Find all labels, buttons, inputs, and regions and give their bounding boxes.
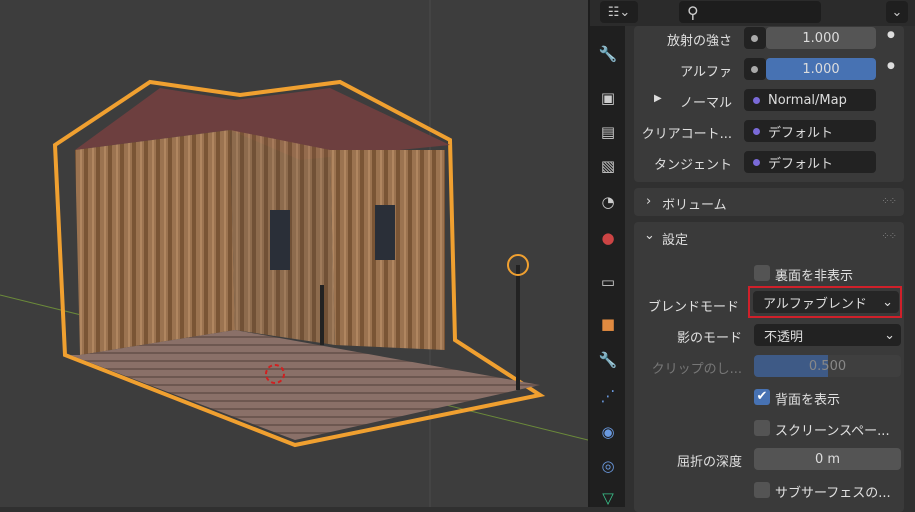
modifier-tab-icon[interactable]: 🔧 (596, 348, 620, 372)
world-tab-icon[interactable]: ● (596, 226, 620, 250)
render-tab-icon[interactable]: ▣ (596, 86, 620, 110)
particles-tab-icon[interactable]: ⋰ (596, 384, 620, 408)
settings-panel-title: 設定 (662, 233, 689, 248)
socket-icon (753, 158, 760, 166)
properties-editor: ☷⌄ ⚲ ⌄ 🔧 ▣ ▤ ▧ ◔ ● ▭ ■ 🔧 ⋰ ◉ ◎ ▽ 放射の強さ 1… (590, 0, 915, 512)
backface-culling-checkbox[interactable] (754, 265, 770, 281)
socket-icon (751, 34, 758, 42)
volume-panel-header[interactable]: › ボリューム ⁘⁘ (634, 188, 904, 216)
show-backface-checkbox[interactable]: ✔ (754, 389, 770, 405)
shadow-mode-value: 不透明 (764, 329, 804, 345)
blend-mode-dropdown[interactable]: アルファブレンド ⌄ (753, 291, 899, 313)
volume-panel-title: ボリューム (662, 198, 727, 213)
show-backface-label: 背面を表示 (775, 393, 841, 408)
subsurface-translucency-checkbox[interactable] (754, 482, 770, 498)
constraints-tab-icon[interactable]: ◎ (596, 454, 620, 478)
refraction-depth-field[interactable]: 0 m (754, 448, 901, 470)
clearcoat-normal-value: デフォルト (768, 125, 834, 141)
drag-handle-icon[interactable]: ⁘⁘ (881, 231, 897, 242)
keyframe-dot-icon[interactable]: ● (887, 61, 895, 71)
blend-mode-value: アルファブレンド (763, 296, 867, 312)
chevron-down-icon: ⌄ (884, 327, 895, 343)
shadow-mode-label: 影のモード (676, 331, 742, 346)
clearcoat-normal-input[interactable]: デフォルト (744, 120, 876, 142)
screen-space-refraction-checkbox[interactable] (754, 420, 770, 436)
options-dropdown[interactable]: ⌄ (886, 1, 908, 23)
refraction-depth-label: 屈折の深度 (676, 455, 742, 470)
socket-icon (753, 127, 760, 135)
alpha-field[interactable]: 1.000 (766, 58, 876, 80)
output-tab-icon[interactable]: ▤ (596, 120, 620, 144)
3d-viewport[interactable] (0, 0, 588, 507)
emission-strength-label: 放射の強さ (666, 34, 732, 49)
emission-strength-field[interactable]: 1.000 (766, 27, 876, 49)
chevron-down-icon: ⌄ (882, 294, 893, 310)
alpha-label: アルファ (680, 65, 732, 80)
tool-tab-icon[interactable]: 🔧 (596, 42, 620, 66)
backface-culling-label: 裏面を非表示 (775, 269, 854, 284)
properties-header: ☷⌄ ⚲ ⌄ (590, 0, 915, 26)
screen-space-refraction-label: スクリーンスペー... (775, 424, 890, 439)
socket-icon (753, 96, 760, 104)
clip-threshold-value: 0.500 (808, 358, 847, 374)
subsurface-translucency-label: サブサーフェスの... (775, 486, 891, 501)
editor-type-icon: ☷⌄ (607, 4, 631, 20)
settings-panel: ⌄ 設定 ⁘⁘ 裏面を非表示 ブレンドモード アルファブレンド ⌄ 影のモード 不… (634, 222, 904, 512)
clip-threshold-slider[interactable]: 0.500 (754, 355, 901, 377)
tangent-label: タンジェント (653, 158, 732, 173)
tangent-value: デフォルト (768, 156, 834, 172)
checkmark-icon: ✔ (756, 389, 768, 404)
view-layer-tab-icon[interactable]: ▧ (596, 154, 620, 178)
normal-value: Normal/Map (768, 92, 847, 108)
search-input[interactable]: ⚲ (679, 1, 821, 23)
editor-type-button[interactable]: ☷⌄ (600, 1, 638, 23)
physics-tab-icon[interactable]: ◉ (596, 420, 620, 444)
clearcoat-normal-label: クリアコート... (641, 127, 732, 142)
left-wall (75, 130, 235, 355)
surface-panel: 放射の強さ 1.000 ● アルファ 1.000 ● ▶ ノーマル Normal… (634, 26, 904, 182)
normal-input[interactable]: Normal/Map (744, 89, 876, 111)
properties-tabs: 🔧 ▣ ▤ ▧ ◔ ● ▭ ■ 🔧 ⋰ ◉ ◎ ▽ (590, 26, 625, 507)
chevron-right-icon: › (646, 194, 652, 209)
drag-handle-icon[interactable]: ⁘⁘ (881, 196, 897, 207)
search-icon: ⚲ (687, 2, 699, 22)
keyframe-dot-icon[interactable]: ● (887, 30, 895, 40)
blend-mode-label: ブレンドモード (647, 300, 739, 315)
shadow-mode-dropdown[interactable]: 不透明 ⌄ (754, 324, 901, 346)
scene (0, 0, 588, 507)
tangent-input[interactable]: デフォルト (744, 151, 876, 173)
object-tab-icon[interactable]: ■ (596, 312, 620, 336)
normal-label: ノーマル (679, 96, 732, 111)
scene-tab-icon[interactable]: ◔ (596, 190, 620, 214)
socket-icon (751, 65, 758, 73)
chevron-down-icon: ⌄ (891, 4, 903, 20)
data-tab-icon[interactable]: ▽ (596, 486, 620, 510)
clip-threshold-label: クリップのし... (651, 362, 742, 377)
chevron-down-icon[interactable]: ⌄ (644, 228, 655, 243)
collection-tab-icon[interactable]: ▭ (596, 270, 620, 294)
